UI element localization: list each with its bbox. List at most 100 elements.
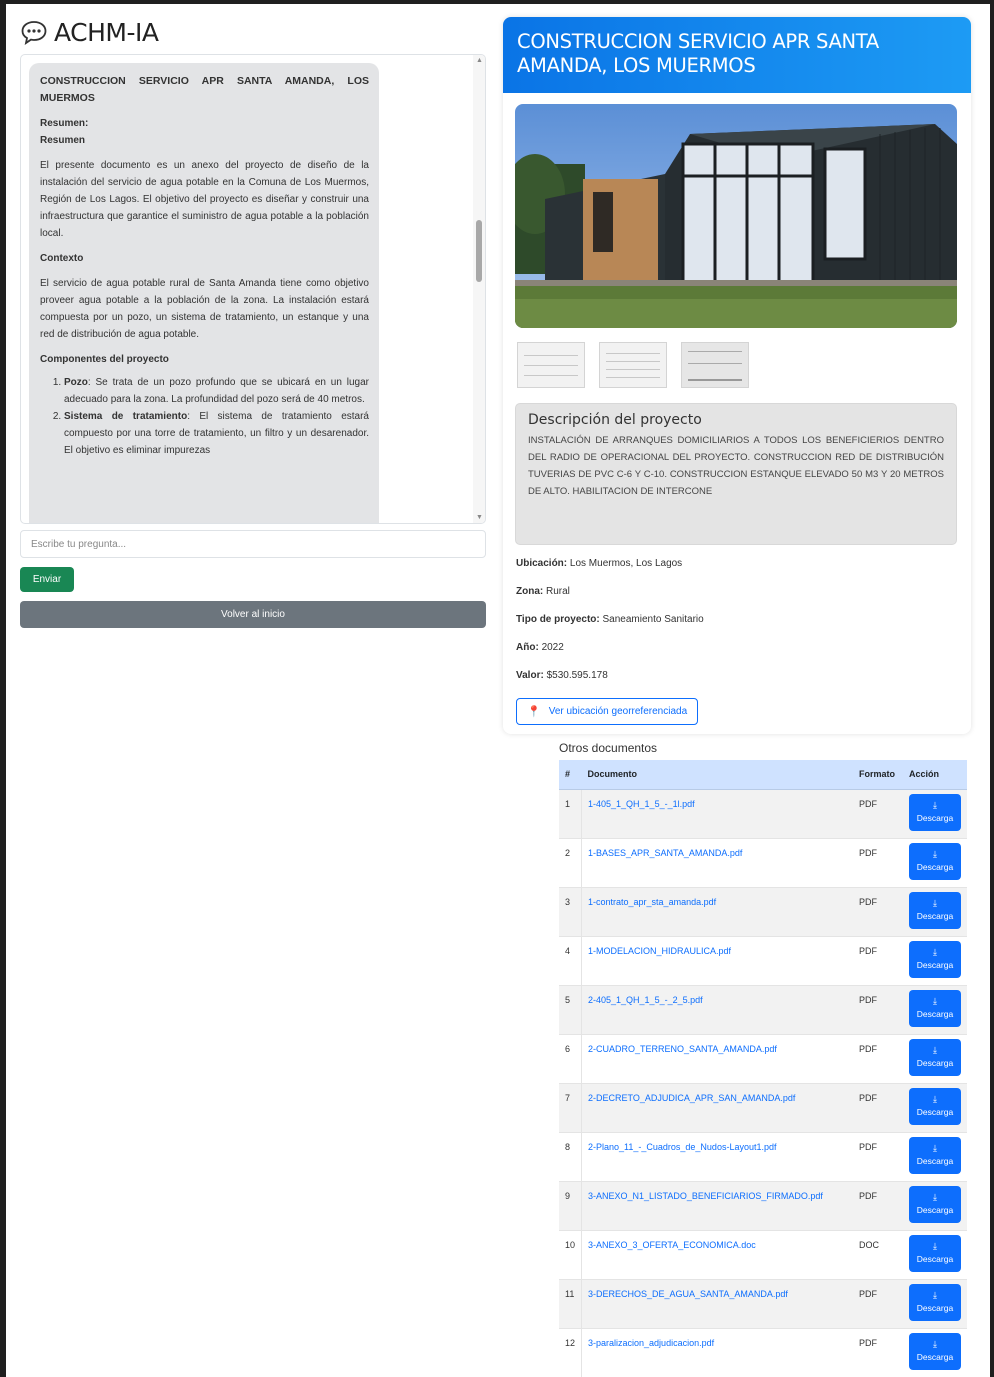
row-number: 2 — [559, 838, 582, 888]
document-cell: 1-BASES_APR_SANTA_AMANDA.pdf — [581, 838, 853, 888]
download-button[interactable]: ⤓ Descarga — [909, 891, 961, 929]
document-link[interactable]: 3-ANEXO_3_OFERTA_ECONOMICA.doc — [588, 1240, 756, 1250]
action-cell: ⤓ Descarga — [903, 1034, 967, 1084]
chat-bubble-icon — [20, 19, 48, 45]
table-row: 5 2-405_1_QH_1_5_-_2_5.pdf PDF ⤓ Descarga — [559, 985, 967, 1035]
document-link[interactable]: 3-paralizacion_adjudicacion.pdf — [588, 1338, 714, 1348]
table-row: 4 1-MODELACION_HIDRAULICA.pdf PDF ⤓ Descarga — [559, 936, 967, 986]
download-label: Descarga — [916, 1156, 954, 1166]
photo-thumbnails — [517, 342, 749, 388]
document-cell: 1-MODELACION_HIDRAULICA.pdf — [581, 936, 853, 986]
document-format: PDF — [853, 838, 903, 888]
action-cell: ⤓ Descarga — [903, 936, 967, 986]
thumbnail-plan-2[interactable] — [599, 342, 667, 388]
year-row: Año: 2022 — [516, 641, 704, 669]
download-button[interactable]: ⤓ Descarga — [909, 1234, 961, 1272]
document-link[interactable]: 2-Plano_11_-_Cuadros_de_Nudos-Layout1.pd… — [588, 1142, 776, 1152]
thumbnail-plan-3[interactable] — [681, 342, 749, 388]
documents-title: Otros documentos — [559, 741, 658, 755]
header-num: # — [559, 760, 582, 790]
zone-value: Rural — [546, 586, 570, 597]
document-cell: 3-DERECHOS_DE_AGUA_SANTA_AMANDA.pdf — [581, 1279, 853, 1329]
action-cell: ⤓ Descarga — [903, 1279, 967, 1329]
header-action: Acción — [903, 760, 967, 790]
message-title: CONSTRUCCION SERVICIO APR SANTA AMANDA, … — [40, 75, 369, 104]
scroll-down-arrow-icon[interactable]: ▼ — [476, 514, 483, 521]
document-format: PDF — [853, 1181, 903, 1231]
scroll-up-arrow-icon[interactable]: ▲ — [476, 57, 483, 64]
download-button[interactable]: ⤓ Descarga — [909, 1332, 961, 1370]
download-icon: ⤓ — [933, 1045, 937, 1055]
download-icon: ⤓ — [933, 898, 937, 908]
download-button[interactable]: ⤓ Descarga — [909, 842, 961, 880]
document-link[interactable]: 2-CUADRO_TERRENO_SANTA_AMANDA.pdf — [588, 1044, 777, 1054]
document-format: DOC — [853, 1230, 903, 1280]
download-button[interactable]: ⤓ Descarga — [909, 940, 961, 978]
chat-history[interactable]: CONSTRUCCION SERVICIO APR SANTA AMANDA, … — [20, 54, 486, 524]
project-description: Descripción del proyecto INSTALACIÓN DE … — [515, 403, 957, 545]
value-label: Valor: — [516, 670, 544, 681]
download-icon: ⤓ — [933, 947, 937, 957]
download-label: Descarga — [916, 813, 954, 823]
document-link[interactable]: 1-MODELACION_HIDRAULICA.pdf — [588, 946, 731, 956]
table-row: 2 1-BASES_APR_SANTA_AMANDA.pdf PDF ⤓ Descarg… — [559, 838, 967, 888]
download-icon: ⤓ — [933, 800, 937, 810]
document-format: PDF — [853, 985, 903, 1035]
document-link[interactable]: 1-405_1_QH_1_5_-_1l.pdf — [588, 799, 695, 809]
row-number: 8 — [559, 1132, 582, 1182]
other-documents: Otros documentos # Documento Formato Acc… — [559, 736, 967, 1377]
download-label: Descarga — [916, 1303, 954, 1313]
document-format: PDF — [853, 1034, 903, 1084]
action-cell: ⤓ Descarga — [903, 1132, 967, 1182]
header-document: Documento — [581, 760, 853, 790]
download-label: Descarga — [916, 1254, 954, 1264]
app-header: ACHM-IA — [20, 14, 488, 50]
download-button[interactable]: ⤓ Descarga — [909, 1038, 961, 1076]
project-photo[interactable] — [515, 104, 957, 328]
document-link[interactable]: 2-DECRETO_ADJUDICA_APR_SAN_AMANDA.pdf — [588, 1093, 795, 1103]
document-format: PDF — [853, 789, 903, 839]
download-icon: ⤓ — [933, 1339, 937, 1349]
resumen-text: El presente documento es un anexo del pr… — [40, 160, 369, 239]
download-label: Descarga — [916, 1058, 954, 1068]
map-pin-icon: 📍 — [527, 706, 541, 718]
send-button[interactable]: Enviar — [20, 567, 74, 592]
download-button[interactable]: ⤓ Descarga — [909, 1185, 961, 1223]
download-button[interactable]: ⤓ Descarga — [909, 793, 961, 831]
document-cell: 2-405_1_QH_1_5_-_2_5.pdf — [581, 985, 853, 1035]
download-icon: ⤓ — [933, 996, 937, 1006]
download-label: Descarga — [916, 911, 954, 921]
page: ACHM-IA CONSTRUCCION SERVICIO APR SANTA … — [6, 4, 990, 1377]
project-card: CONSTRUCCION SERVICIO APR SANTA AMANDA, … — [503, 17, 971, 734]
document-link[interactable]: 3-ANEXO_N1_LISTADO_BENEFICIARIOS_FIRMADO… — [588, 1191, 823, 1201]
download-icon: ⤓ — [933, 1290, 937, 1300]
row-number: 4 — [559, 936, 582, 986]
action-cell: ⤓ Descarga — [903, 838, 967, 888]
contexto-heading: Contexto — [40, 253, 84, 264]
download-button[interactable]: ⤓ Descarga — [909, 989, 961, 1027]
download-button[interactable]: ⤓ Descarga — [909, 1136, 961, 1174]
document-cell: 3-paralizacion_adjudicacion.pdf — [581, 1328, 853, 1377]
description-title: Descripción del proyecto — [528, 412, 702, 428]
download-button[interactable]: ⤓ Descarga — [909, 1283, 961, 1321]
chat-scrollbar[interactable]: ▲ ▼ — [473, 55, 485, 523]
action-cell: ⤓ Descarga — [903, 1181, 967, 1231]
document-cell: 2-Plano_11_-_Cuadros_de_Nudos-Layout1.pd… — [581, 1132, 853, 1182]
document-link[interactable]: 3-DERECHOS_DE_AGUA_SANTA_AMANDA.pdf — [588, 1289, 788, 1299]
download-button[interactable]: ⤓ Descarga — [909, 1087, 961, 1125]
question-input[interactable] — [20, 530, 486, 558]
description-text: INSTALACIÓN DE ARRANQUES DOMICILIARIOS A… — [528, 435, 944, 497]
download-label: Descarga — [916, 1009, 954, 1019]
document-cell: 1-contrato_apr_sta_amanda.pdf — [581, 887, 853, 937]
view-location-button[interactable]: 📍 Ver ubicación georreferenciada — [516, 698, 699, 725]
thumbnail-plan-1[interactable] — [517, 342, 585, 388]
back-to-home-button[interactable]: Volver al inicio — [20, 601, 486, 628]
table-row: 8 2-Plano_11_-_Cuadros_de_Nudos-Layout1.p… — [559, 1132, 967, 1182]
document-link[interactable]: 1-contrato_apr_sta_amanda.pdf — [588, 897, 716, 907]
header-format: Formato — [853, 760, 903, 790]
document-link[interactable]: 2-405_1_QH_1_5_-_2_5.pdf — [588, 995, 703, 1005]
scroll-thumb[interactable] — [476, 220, 482, 282]
download-icon: ⤓ — [933, 849, 937, 859]
type-value: Saneamiento Sanitario — [602, 614, 704, 625]
document-link[interactable]: 1-BASES_APR_SANTA_AMANDA.pdf — [588, 848, 742, 858]
